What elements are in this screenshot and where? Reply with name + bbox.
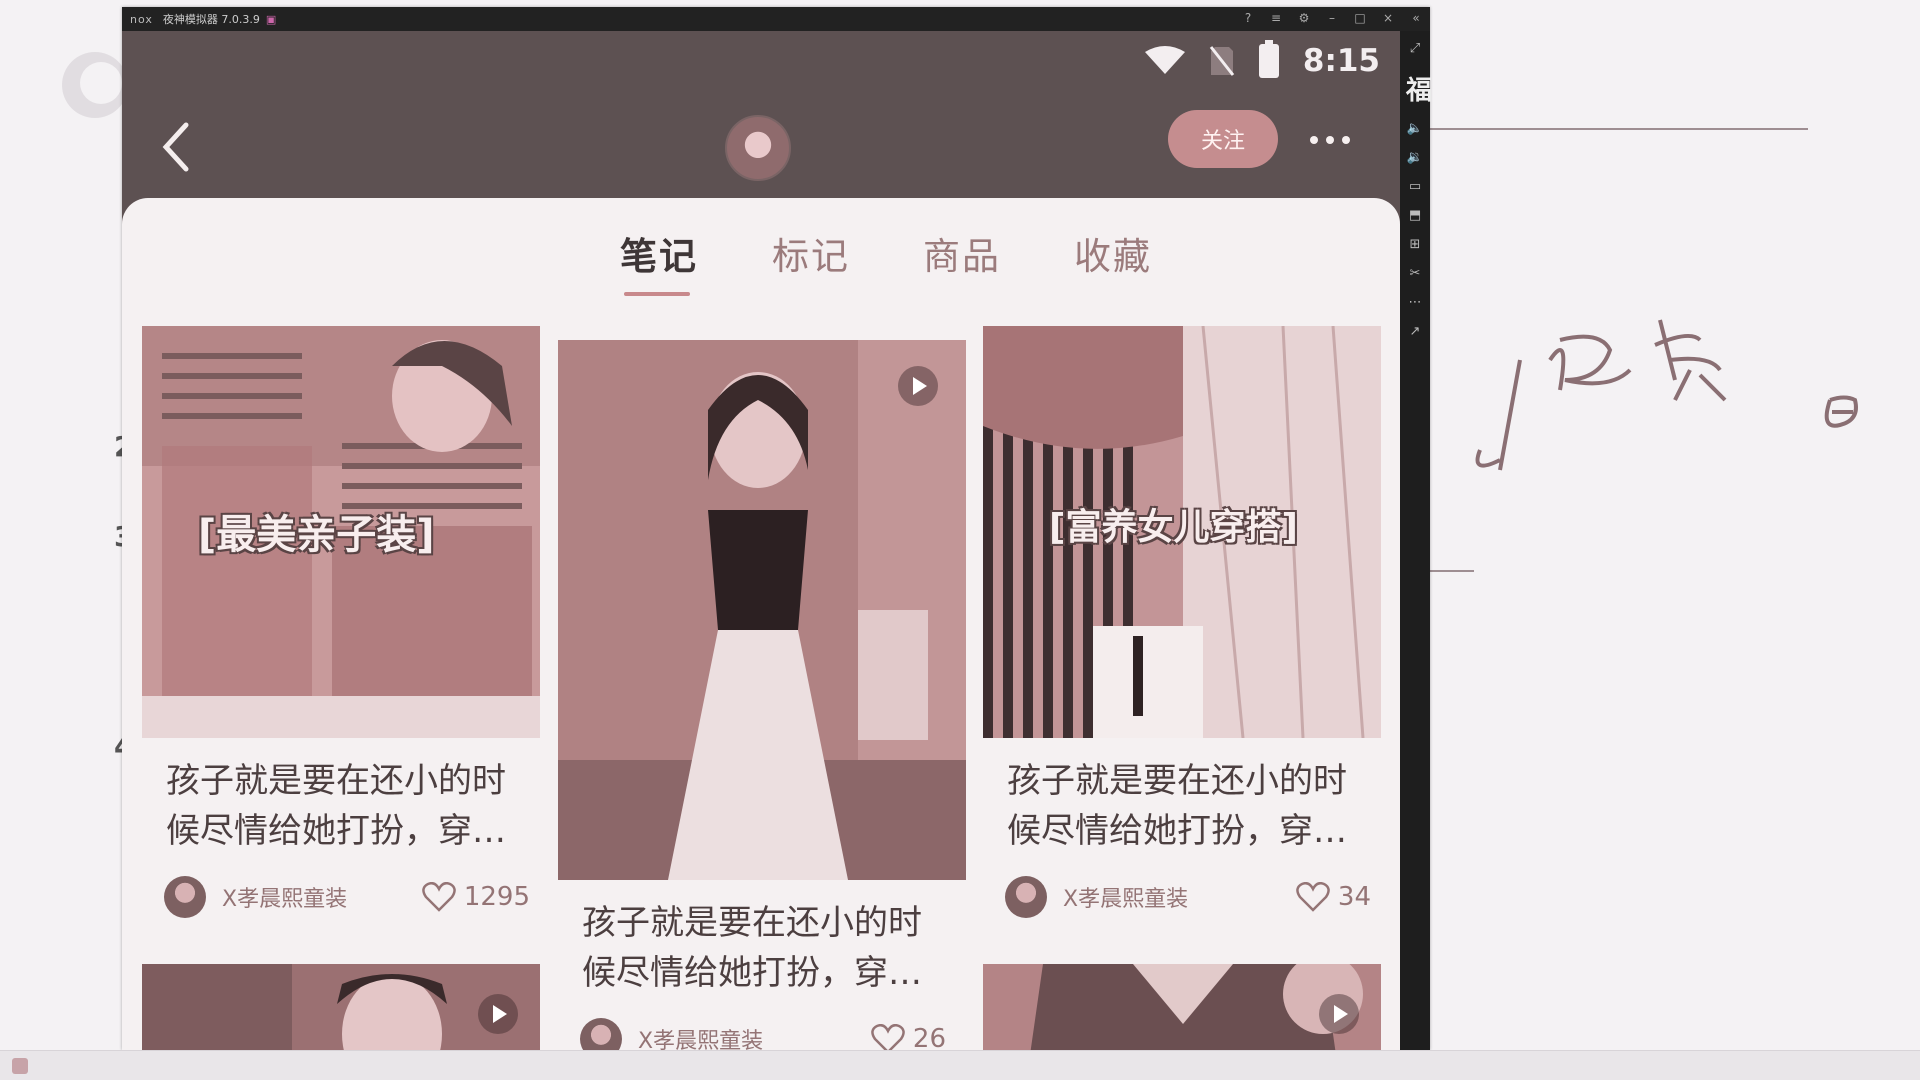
note-card[interactable] (983, 964, 1381, 1050)
author-avatar[interactable] (164, 876, 206, 918)
whiteboard-line (1430, 570, 1474, 572)
maximize-icon[interactable]: □ (1352, 11, 1368, 25)
note-card[interactable] (142, 964, 540, 1050)
heart-icon (871, 1024, 905, 1050)
external-link-icon[interactable]: ↗ (1410, 324, 1421, 339)
more-tools-icon[interactable]: ⋯ (1409, 295, 1422, 310)
note-meta: X孝晨熙童装 26 (580, 1016, 946, 1050)
note-cover-image (558, 340, 966, 880)
more-options-icon[interactable] (1302, 123, 1358, 157)
note-cover-image (983, 964, 1381, 1050)
fullscreen-icon[interactable]: ⤢ (1410, 41, 1420, 56)
taskbar-app-icon[interactable] (12, 1058, 28, 1074)
minimize-icon[interactable]: – (1324, 11, 1340, 25)
note-meta: X孝晨熙童装 34 (1005, 874, 1371, 920)
note-title: 孩子就是要在还小的时候尽情给她打扮，穿… (1007, 761, 1347, 851)
author-name[interactable]: X孝晨熙童装 (222, 881, 347, 913)
like-button[interactable]: 26 (871, 1024, 946, 1050)
no-sim-icon (1209, 46, 1235, 76)
author-name[interactable]: X孝晨熙童装 (638, 1023, 763, 1050)
screenshot-icon[interactable]: ⬒ (1409, 208, 1421, 223)
play-icon (478, 994, 518, 1034)
whiteboard-line (1430, 128, 1808, 130)
settings-icon[interactable]: ⚙ (1296, 11, 1312, 25)
handwritten-annotation (1475, 319, 1858, 471)
whiteboard-logo-mark (62, 52, 128, 118)
emulator-window: nox 夜神模拟器 7.0.3.9 ▣ ? ≡ ⚙ – □ × « 8:15 关… (122, 7, 1433, 1050)
like-count: 1295 (463, 882, 530, 912)
cover-caption: [富养女儿穿搭] (1049, 507, 1298, 548)
gamepad-icon[interactable]: ▣ (266, 13, 276, 26)
note-title: 孩子就是要在还小的时候尽情给她打扮，穿… (166, 761, 506, 851)
help-icon[interactable]: ? (1240, 11, 1256, 25)
like-button[interactable]: 34 (1296, 882, 1371, 912)
screen-icon[interactable]: ▭ (1409, 179, 1421, 194)
author-avatar[interactable] (580, 1018, 622, 1050)
battery-icon (1258, 40, 1279, 78)
back-icon[interactable] (160, 121, 194, 173)
profile-tabs: 笔记 标记 商品 收藏 (122, 226, 1400, 296)
tab-notes[interactable]: 笔记 (620, 226, 698, 296)
scissors-icon[interactable]: ✂ (1410, 266, 1421, 281)
status-bar: 8:15 (1144, 40, 1380, 79)
note-cover-image: [富养女儿穿搭] (983, 326, 1381, 738)
desktop-taskbar (0, 1050, 1920, 1080)
emulator-logo: nox (130, 12, 153, 26)
window-controls: ? ≡ ⚙ – □ × « (1240, 11, 1424, 25)
emulator-sidebar: ⤢ 福 🔈 🔉 ▭ ⬒ ⊞ ✂ ⋯ ↗ (1400, 31, 1433, 1050)
emulator-titlebar: nox 夜神模拟器 7.0.3.9 ▣ ? ≡ ⚙ – □ × « (122, 7, 1430, 31)
note-card[interactable]: [最美亲子装] 孩子就是要在还小的时候尽情给她打扮，穿… X孝晨熙童装 1295 (142, 326, 540, 918)
author-name[interactable]: X孝晨熙童装 (1063, 881, 1188, 913)
content-panel: 笔记 标记 商品 收藏 [最美亲子装] 孩子就是要在还小的时候尽情给她打扮，穿…… (122, 198, 1400, 1050)
author-avatar[interactable] (1005, 876, 1047, 918)
tab-products[interactable]: 商品 (923, 226, 1001, 280)
emulator-title: 夜神模拟器 7.0.3.9 (162, 13, 260, 26)
tab-marks[interactable]: 标记 (772, 226, 850, 280)
follow-button[interactable]: 关注 (1168, 110, 1278, 168)
note-meta: X孝晨熙童装 1295 (164, 874, 530, 920)
note-title: 孩子就是要在还小的时候尽情给她打扮，穿… (582, 903, 922, 993)
profile-avatar[interactable] (725, 115, 791, 181)
profile-header: 关注 (122, 101, 1400, 197)
heart-icon (1296, 882, 1330, 912)
note-cover-image (142, 964, 540, 1050)
note-card[interactable]: [富养女儿穿搭] 孩子就是要在还小的时候尽情给她打扮，穿… X孝晨熙童装 34 (983, 326, 1381, 918)
status-time: 8:15 (1302, 43, 1380, 79)
install-apk-icon[interactable]: ⊞ (1410, 237, 1421, 252)
volume-up-icon[interactable]: 🔈 (1407, 121, 1423, 136)
play-icon (898, 366, 938, 406)
play-icon (1319, 994, 1359, 1034)
collapse-sidebar-icon[interactable]: « (1408, 11, 1424, 25)
note-cover-image: [最美亲子装] (142, 326, 540, 738)
like-button[interactable]: 1295 (422, 882, 530, 912)
wifi-icon (1144, 46, 1185, 74)
note-card[interactable]: 孩子就是要在还小的时候尽情给她打扮，穿… X孝晨熙童装 26 (558, 340, 966, 1050)
like-count: 34 (1337, 882, 1371, 912)
heart-icon (422, 882, 456, 912)
volume-down-icon[interactable]: 🔉 (1407, 150, 1423, 165)
cover-caption: [最美亲子装] (198, 512, 435, 558)
like-count: 26 (912, 1024, 946, 1050)
sidebar-label: 福 (1406, 76, 1433, 106)
phone-screen: 8:15 关注 笔记 标记 商品 收藏 [最美亲子装] 孩子就是要在还小的时候尽… (122, 31, 1400, 1050)
close-icon[interactable]: × (1380, 11, 1396, 25)
tab-favorites[interactable]: 收藏 (1074, 226, 1152, 280)
menu-icon[interactable]: ≡ (1268, 11, 1284, 25)
